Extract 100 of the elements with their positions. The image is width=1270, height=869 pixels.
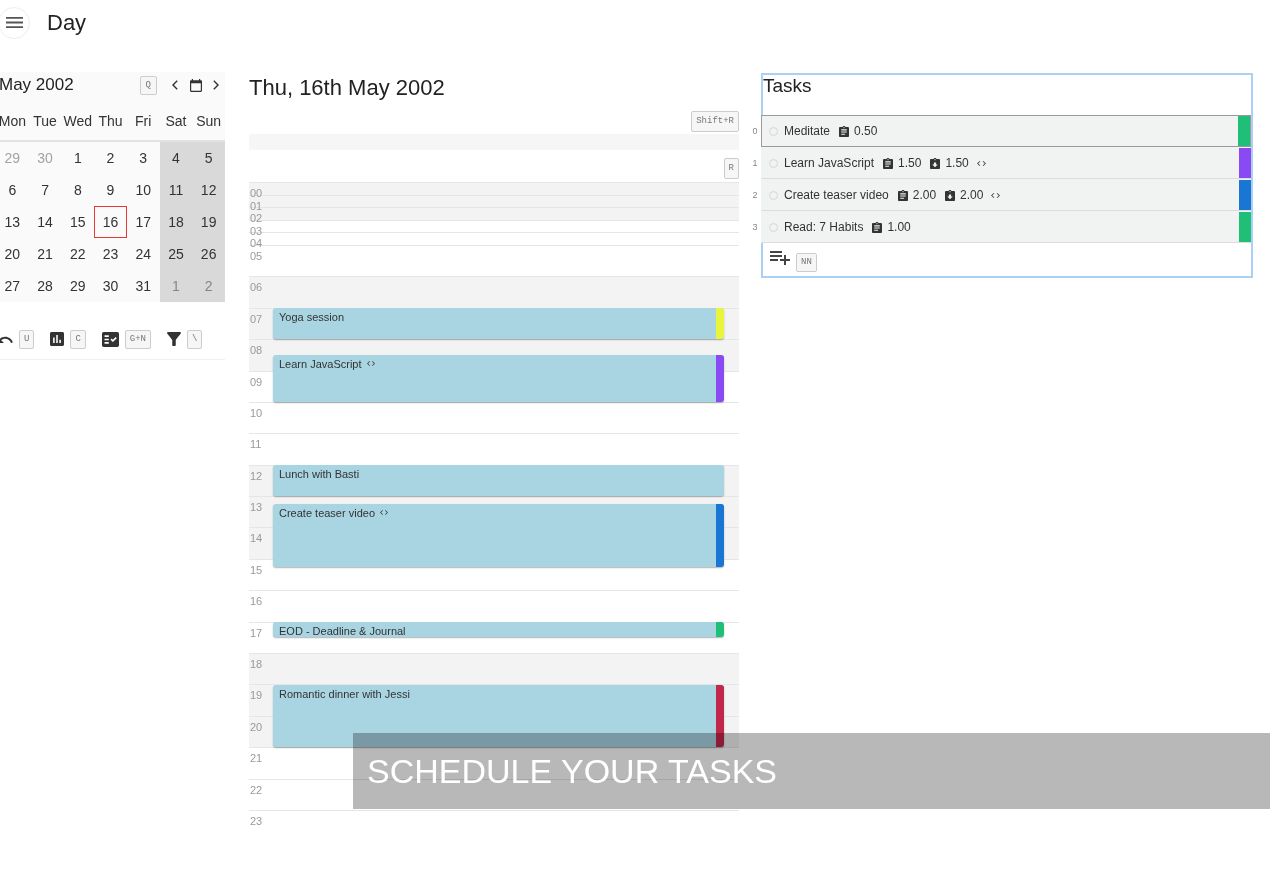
calendar-day[interactable]: 4 <box>159 142 193 174</box>
checklist-icon[interactable] <box>101 331 119 347</box>
time-value: 1.00 <box>887 220 911 234</box>
hour-label: 22 <box>249 782 263 796</box>
time-value: 1.50 <box>945 156 969 170</box>
hour-label: 13 <box>249 500 263 514</box>
shortcut-hint: G+N <box>124 329 151 349</box>
event-card[interactable]: Learn JavaScript <box>273 354 724 402</box>
task-name: Create teaser video <box>784 188 889 202</box>
calendar-day[interactable]: 2 <box>94 142 127 174</box>
calendar-day[interactable]: 11 <box>159 174 193 206</box>
clipboard-arrow-icon <box>930 157 941 169</box>
hour-label: 20 <box>249 719 263 733</box>
chevron-left-icon[interactable] <box>172 80 178 90</box>
calendar-day[interactable]: 5 <box>192 142 225 174</box>
calendar-day[interactable]: 31 <box>126 270 160 302</box>
task-index: 1 <box>751 158 759 168</box>
calendar-day[interactable]: 23 <box>94 238 127 270</box>
calendar-icon[interactable] <box>190 78 202 92</box>
shortcut-hint: \ <box>187 329 203 349</box>
hour-label: 00 <box>249 188 263 199</box>
calendar-day[interactable]: 12 <box>192 174 225 206</box>
calendar-day[interactable]: 26 <box>192 238 225 270</box>
event-card[interactable]: Lunch with Basti <box>273 464 724 497</box>
calendar-day[interactable]: 14 <box>28 206 62 238</box>
shortcut-hint: Shift+R <box>691 111 739 132</box>
calendar-day[interactable]: 22 <box>61 238 95 270</box>
calendar-day[interactable]: 3 <box>126 142 160 174</box>
calendar-day[interactable]: 21 <box>28 238 62 270</box>
task-name: Meditate <box>784 124 831 138</box>
hour-label: 23 <box>249 814 263 827</box>
menu-button[interactable] <box>0 6 30 39</box>
calendar-day[interactable]: 9 <box>94 174 127 206</box>
calendar-day[interactable]: 16 <box>94 206 127 238</box>
hour-label: 17 <box>249 625 263 639</box>
calendar-day[interactable]: 15 <box>61 206 95 238</box>
calendar-day[interactable]: 28 <box>28 270 62 302</box>
calendar-day[interactable]: 1 <box>61 142 95 174</box>
weekday-label: Mon <box>0 112 27 129</box>
time-value: 2.00 <box>912 188 937 202</box>
weekday-label: Fri <box>134 112 153 129</box>
task-index: 0 <box>751 126 759 136</box>
event-title: Romantic dinner with Jessi <box>278 686 410 700</box>
task-row[interactable]: Create teaser video 2.00 2.00 <box>761 179 1251 211</box>
weekday-label: Sun <box>195 112 223 129</box>
hour-label: 12 <box>249 468 263 482</box>
month-title: May 2002 <box>0 75 74 95</box>
calendar-day[interactable]: 18 <box>159 206 193 238</box>
bar-chart-icon[interactable] <box>50 332 65 346</box>
hour-label: 07 <box>249 311 263 325</box>
hour-label: 19 <box>249 688 263 702</box>
calendar-day[interactable]: 27 <box>0 270 29 302</box>
hour-label: 18 <box>249 657 263 671</box>
page-title: Day <box>47 9 87 36</box>
calendar-day[interactable]: 17 <box>126 206 160 238</box>
weekday-label: Sat <box>164 112 188 129</box>
calendar-day[interactable]: 24 <box>126 238 160 270</box>
calendar-day[interactable]: 30 <box>94 270 127 302</box>
task-row[interactable]: Read: 7 Habits 1.00 <box>761 211 1251 243</box>
event-card[interactable]: Yoga session <box>273 307 724 340</box>
time-value: 0.50 <box>854 124 878 138</box>
clipboard-icon <box>839 125 850 137</box>
task-row[interactable]: Learn JavaScript 1.50 1.50 <box>761 147 1251 179</box>
hour-label: 04 <box>249 238 263 250</box>
task-name: Learn JavaScript <box>784 156 875 170</box>
hour-label: 11 <box>249 437 262 451</box>
event-card[interactable]: Create teaser video <box>273 504 724 567</box>
filter-icon[interactable] <box>167 332 181 346</box>
day-title: Thu, 16th May 2002 <box>249 74 446 102</box>
calendar-day[interactable]: 25 <box>159 238 193 270</box>
panel-title: Tasks <box>763 75 813 98</box>
hour-label: 01 <box>249 200 263 212</box>
hour-label: 06 <box>249 280 263 294</box>
calendar-day[interactable]: 20 <box>0 238 29 270</box>
event-title: Learn JavaScript <box>278 356 362 370</box>
task-index: 3 <box>751 222 759 232</box>
shortcut-hint: Q <box>139 75 157 95</box>
event-title: Create teaser video <box>278 506 375 520</box>
calendar-day[interactable]: 29 <box>61 270 95 302</box>
hour-label: 21 <box>249 751 263 765</box>
hour-label: 14 <box>249 531 263 545</box>
event-card[interactable]: Romantic dinner with Jessi <box>273 684 724 748</box>
hour-label: 05 <box>249 248 263 262</box>
clipboard-icon <box>872 221 883 233</box>
chevron-right-icon[interactable] <box>213 80 219 90</box>
calendar-day[interactable]: 7 <box>28 174 62 206</box>
calendar-day[interactable]: 10 <box>126 174 160 206</box>
calendar-day[interactable]: 13 <box>0 206 29 238</box>
calendar-day[interactable]: 19 <box>192 206 225 238</box>
task-row[interactable]: Meditate 0.50 <box>761 115 1251 147</box>
clipboard-icon <box>897 189 908 201</box>
event-card[interactable]: EOD - Deadline & Journal <box>273 621 724 638</box>
calendar-day[interactable]: 6 <box>0 174 29 206</box>
menu-icon <box>5 17 23 28</box>
time-value: 1.50 <box>898 156 922 170</box>
list-add-icon[interactable] <box>770 250 790 265</box>
caption-banner: SCHEDULE YOUR TASKS <box>353 733 1270 809</box>
calendar-day[interactable]: 8 <box>61 174 95 206</box>
task-index: 2 <box>751 190 759 200</box>
undo-icon[interactable] <box>0 335 13 343</box>
